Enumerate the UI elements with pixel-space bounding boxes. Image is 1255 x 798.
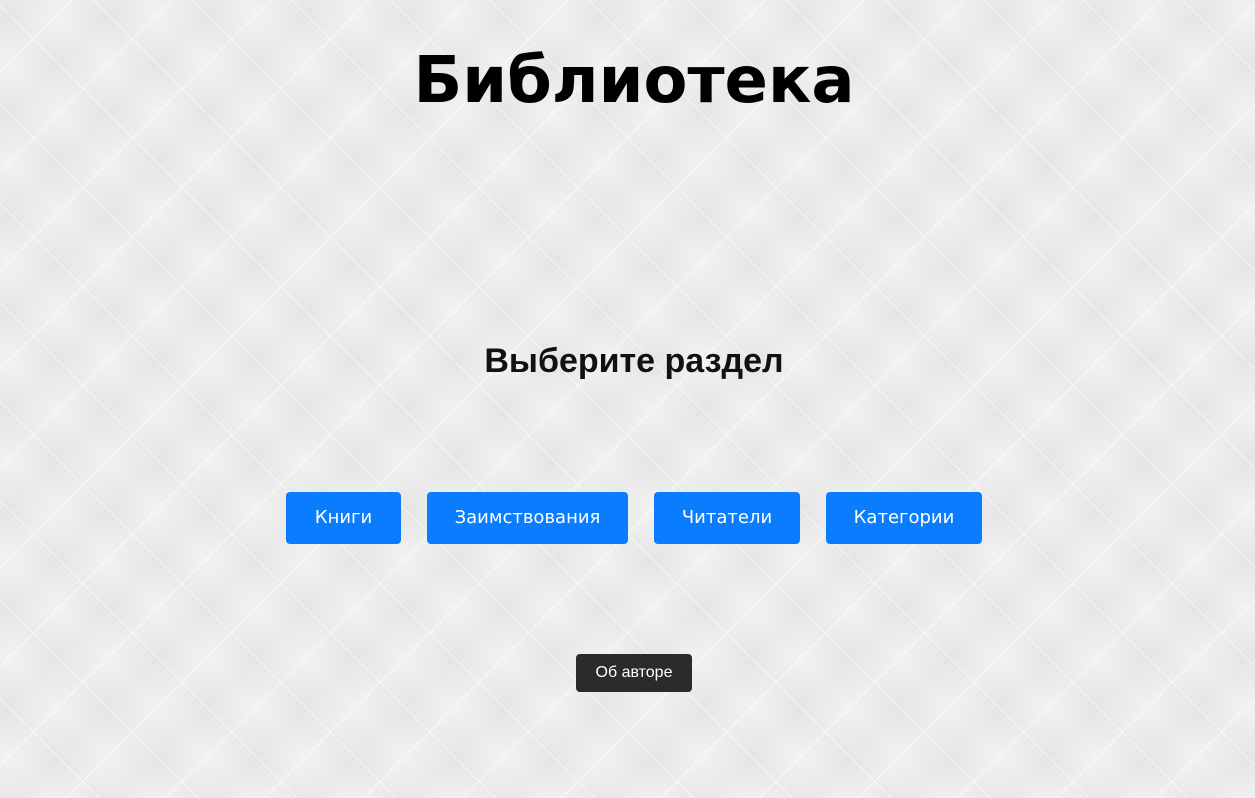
- loans-button[interactable]: Заимствования: [427, 492, 628, 544]
- books-button[interactable]: Книги: [286, 492, 401, 544]
- section-prompt: Выберите раздел: [484, 342, 784, 380]
- categories-button[interactable]: Категории: [826, 492, 982, 544]
- page-title: Библиотека: [413, 44, 855, 118]
- readers-button[interactable]: Читатели: [654, 492, 800, 544]
- about-author-button[interactable]: Об авторе: [576, 654, 692, 692]
